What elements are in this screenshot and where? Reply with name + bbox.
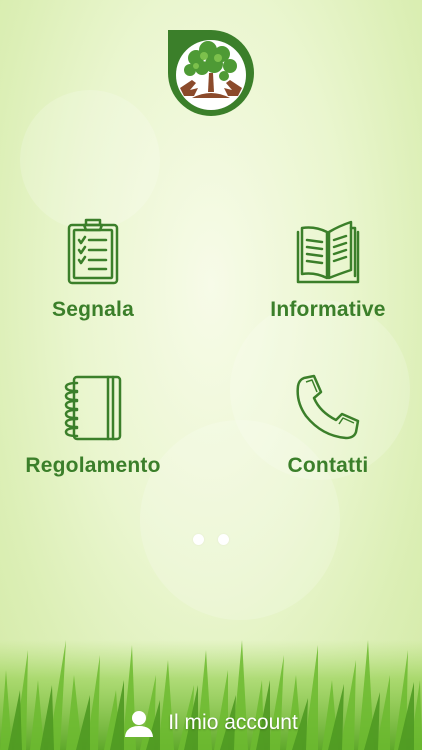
phone-handset-icon xyxy=(296,374,360,440)
open-book-icon xyxy=(296,220,360,284)
menu-item-label: Segnala xyxy=(52,298,134,321)
clipboard-checklist-icon xyxy=(67,218,119,285)
account-label: Il mio account xyxy=(168,711,298,734)
app-logo xyxy=(166,28,256,118)
page-dot-1[interactable] xyxy=(192,534,204,545)
notebook-icon xyxy=(64,375,122,441)
menu-item-segnala[interactable]: Segnala xyxy=(3,218,183,322)
menu-item-contatti[interactable]: Contatti xyxy=(238,374,418,478)
menu-item-informative[interactable]: Informative xyxy=(238,218,418,322)
menu-item-regolamento[interactable]: Regolamento xyxy=(3,374,183,478)
menu-item-label: Informative xyxy=(270,298,386,321)
menu-item-label: Regolamento xyxy=(25,454,161,477)
page-indicator xyxy=(0,532,422,546)
account-button[interactable]: Il mio account xyxy=(0,696,422,750)
page-dot-2[interactable] xyxy=(218,534,230,545)
user-icon xyxy=(125,711,154,737)
bokeh-decoration xyxy=(20,90,160,230)
menu-item-label: Contatti xyxy=(287,454,369,477)
tree-hands-logo xyxy=(168,30,254,116)
home-screen: Segnala Informative Regolamento Contatti… xyxy=(0,0,422,750)
